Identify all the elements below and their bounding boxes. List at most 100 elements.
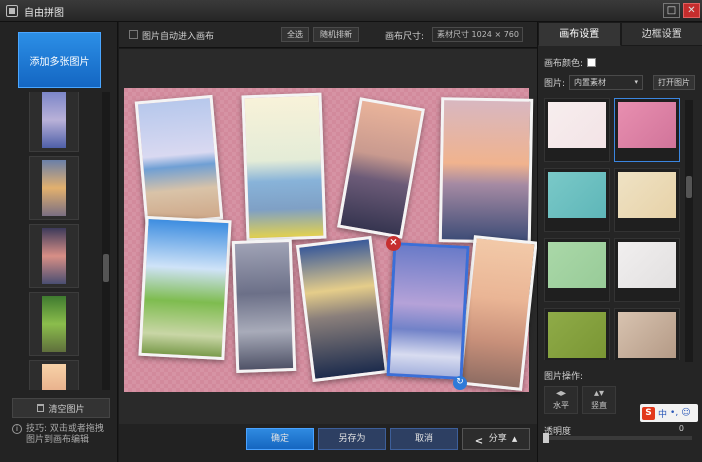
flip-horizontal-button[interactable]: ◂▸ 水平	[544, 386, 578, 414]
flip-vertical-icon: ▴▾	[593, 388, 605, 399]
tip-text: 技巧: 双击或者拖拽图片到画布编辑	[26, 424, 104, 445]
settings-panel: 画布设置 边框设置 画布颜色: 图片: 内置素材 ▾ 打开图片 图片操作: ◂▸…	[537, 22, 702, 462]
thumbnail-image	[42, 228, 66, 284]
thumbnail-scrollbar[interactable]	[102, 92, 110, 390]
background-preview	[618, 172, 676, 218]
input-method-bar[interactable]: S 中 •, ☺	[640, 404, 698, 422]
clear-images-button[interactable]: 清空图片	[12, 398, 110, 418]
photo-beach[interactable]	[134, 94, 224, 227]
background-white-tree[interactable]	[544, 98, 610, 162]
background-preview	[618, 312, 676, 358]
save-as-button[interactable]: 另存为	[318, 428, 386, 450]
flip-vertical-button[interactable]: ▴▾ 竖直	[582, 386, 616, 414]
canvas-color-swatch[interactable]	[587, 58, 597, 67]
thumbnail-image	[42, 160, 66, 216]
background-preview	[618, 242, 676, 288]
photo-people-sunset[interactable]	[295, 235, 389, 383]
app-icon	[6, 5, 18, 17]
canvas-size-select[interactable]: 素材尺寸 1024 × 760	[432, 27, 523, 42]
info-icon: i	[12, 424, 22, 434]
thumbnail-image	[42, 364, 66, 390]
trash-icon	[37, 404, 45, 412]
chevron-down-icon: ▾	[634, 78, 639, 86]
thumbnail-sea-waves[interactable]	[29, 92, 79, 152]
gallery-scrollbar[interactable]	[685, 100, 693, 362]
image-source-select[interactable]: 内置素材 ▾	[569, 75, 644, 90]
background-olive-green[interactable]	[544, 308, 610, 360]
thumbnail-forest-path[interactable]	[29, 292, 79, 356]
canvas-area: × ↻	[119, 49, 537, 424]
thumbnail-pink-sea[interactable]	[29, 224, 79, 288]
window-title: 自由拼图	[24, 8, 64, 19]
photo-sunset-sea[interactable]	[438, 97, 534, 244]
background-white-pattern[interactable]	[614, 238, 680, 302]
thumbnail-pier-sunset[interactable]	[29, 156, 79, 220]
scrollbar-thumb[interactable]	[686, 176, 692, 198]
photo-girl-with-pinwheel[interactable]	[241, 92, 327, 242]
scrollbar-thumb[interactable]	[103, 254, 109, 282]
photo-feather[interactable]	[458, 235, 537, 391]
canvas-color-row: 画布颜色:	[544, 56, 597, 69]
flip-horizontal-icon: ◂▸	[555, 388, 567, 399]
image-list-panel: 添加多张图片 清空图片 i 技巧: 双击或者拖拽图片到画布编辑	[0, 22, 118, 462]
thumbnail-image	[42, 296, 66, 352]
background-preview	[548, 242, 606, 288]
collage-canvas[interactable]: × ↻	[124, 88, 537, 392]
ime-chinese-mode[interactable]: 中	[658, 407, 667, 420]
photo-pier[interactable]	[337, 97, 425, 239]
confirm-button[interactable]: 确定	[246, 428, 314, 450]
title-bar: 自由拼图 □ ✕	[0, 0, 702, 22]
ime-emoji-icon[interactable]: ☺	[681, 408, 690, 418]
background-cream-leaves[interactable]	[614, 168, 680, 232]
thumbnail-sunset-clouds[interactable]	[29, 360, 79, 390]
background-preview	[548, 102, 606, 148]
action-bar: 确定 另存为 取消 分享 ▲	[119, 424, 537, 462]
tab-canvas-settings[interactable]: 画布设置	[538, 22, 621, 46]
canvas-toolbar: 图片自动进入画布 全选 随机排新 画布尺寸: 素材尺寸 1024 × 760	[119, 22, 537, 48]
image-source-label: 图片:	[544, 79, 566, 89]
thumbnail-image	[42, 92, 66, 148]
image-source-row: 图片: 内置素材 ▾ 打开图片	[544, 75, 696, 90]
thumbnail-list[interactable]	[12, 92, 97, 390]
image-source-value: 内置素材	[574, 78, 607, 87]
tab-border-settings[interactable]: 边框设置	[620, 22, 702, 46]
background-preview	[548, 172, 606, 218]
open-image-button[interactable]: 打开图片	[653, 75, 696, 90]
opacity-slider-handle[interactable]	[543, 433, 549, 443]
tip: i 技巧: 双击或者拖拽图片到画布编辑	[12, 424, 112, 446]
image-ops-label: 图片操作:	[544, 372, 584, 382]
background-mint-dots[interactable]	[544, 238, 610, 302]
rotate-photo-icon[interactable]: ↻	[453, 376, 467, 390]
add-images-button[interactable]: 添加多张图片	[18, 32, 101, 88]
photo-waves-selected[interactable]	[386, 242, 470, 380]
background-love-heart[interactable]	[614, 308, 680, 360]
flip-vertical-label: 竖直	[591, 401, 607, 410]
share-label: 分享	[488, 434, 507, 444]
cancel-button[interactable]: 取消	[390, 428, 458, 450]
random-arrange-button[interactable]: 随机排新	[313, 27, 359, 42]
canvas-color-label: 画布颜色:	[544, 59, 584, 69]
opacity-value: 0	[678, 424, 684, 433]
chevron-up-icon: ▲	[511, 435, 518, 443]
background-pink-box[interactable]	[614, 98, 680, 162]
background-teal-girl[interactable]	[544, 168, 610, 232]
flip-horizontal-label: 水平	[553, 401, 569, 410]
background-preview	[618, 102, 676, 148]
select-all-button[interactable]: 全选	[281, 27, 309, 42]
auto-enter-label[interactable]: 图片自动进入画布	[142, 29, 214, 42]
photo-green-field[interactable]	[138, 215, 232, 361]
auto-enter-checkbox[interactable]	[129, 30, 138, 39]
background-preview	[548, 312, 606, 358]
background-gallery[interactable]	[544, 98, 684, 360]
clear-images-label: 清空图片	[48, 404, 85, 415]
ime-logo-icon: S	[642, 406, 655, 420]
photo-tree[interactable]	[231, 238, 297, 374]
share-button[interactable]: 分享 ▲	[462, 428, 530, 452]
share-icon	[475, 432, 484, 452]
delete-photo-icon[interactable]: ×	[386, 236, 401, 251]
close-button[interactable]: ✕	[683, 3, 700, 18]
opacity-slider[interactable]	[543, 433, 692, 443]
ime-punctuation[interactable]: •,	[670, 408, 678, 418]
canvas-size-label: 画布尺寸:	[385, 32, 425, 42]
maximize-button[interactable]: □	[663, 3, 680, 18]
